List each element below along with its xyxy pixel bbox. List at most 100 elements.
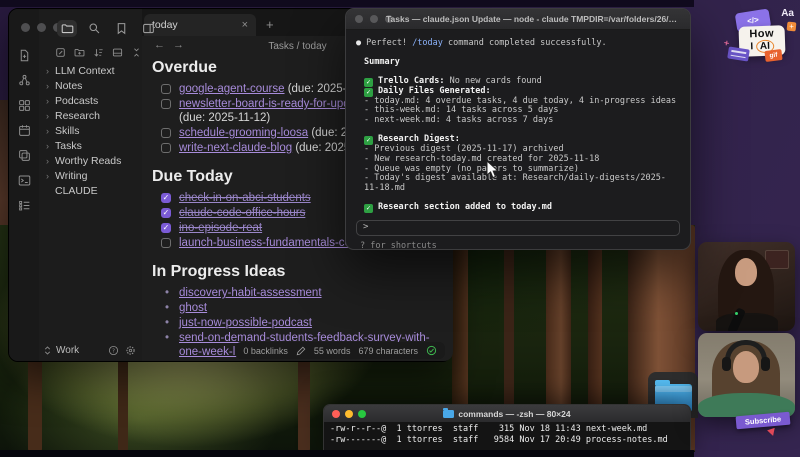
settings-gear-icon[interactable] bbox=[125, 345, 136, 356]
bookmark-icon[interactable] bbox=[111, 20, 131, 37]
edit-pencil-icon[interactable] bbox=[296, 346, 306, 356]
terminal-line: - next-week.md: 4 tasks across 7 days bbox=[364, 116, 680, 126]
explorer-file[interactable]: ›CLAUDE bbox=[39, 183, 142, 198]
graph-view-icon[interactable] bbox=[18, 74, 31, 87]
note-link[interactable]: discovery-habit-assessment bbox=[179, 287, 322, 299]
explorer-folder[interactable]: › Writing bbox=[39, 168, 142, 183]
explorer-folder[interactable]: › Podcasts bbox=[39, 93, 142, 108]
task-checkbox[interactable]: ✓ bbox=[161, 223, 171, 233]
webcam-guest bbox=[698, 242, 795, 331]
terminal-title: Tasks — claude.json Update — node - clau… bbox=[386, 14, 682, 24]
aa-badge: Aa bbox=[781, 8, 794, 19]
note-link[interactable]: ghost bbox=[179, 302, 207, 314]
backlinks-count[interactable]: 0 backlinks bbox=[243, 346, 288, 356]
mouse-cursor bbox=[486, 160, 500, 185]
explorer-folder[interactable]: › Worthy Reads bbox=[39, 153, 142, 168]
task-checkbox[interactable] bbox=[161, 143, 171, 153]
search-icon[interactable] bbox=[84, 20, 104, 37]
canvas-icon[interactable] bbox=[18, 99, 31, 112]
chevron-right-icon: › bbox=[46, 141, 55, 151]
new-tab-button[interactable]: + bbox=[266, 17, 274, 32]
templates-icon[interactable] bbox=[18, 149, 31, 162]
chevron-right-icon: › bbox=[46, 96, 55, 106]
new-folder-icon[interactable] bbox=[74, 47, 85, 58]
bullet-icon: • bbox=[165, 286, 169, 300]
shortcuts-hint: ? for shortcuts bbox=[360, 241, 690, 250]
explorer-folder[interactable]: › Tasks bbox=[39, 138, 142, 153]
video-frame: today × + ←→ Tasks / today Overduegoogle… bbox=[0, 0, 800, 457]
note-link[interactable]: google-agent-course bbox=[179, 83, 285, 95]
letterbox-top bbox=[0, 0, 694, 7]
chevron-right-icon: › bbox=[46, 156, 55, 166]
explorer-folder[interactable]: › Research bbox=[39, 108, 142, 123]
due-date: (due: 2025-11-12) bbox=[179, 112, 270, 124]
task-list-icon[interactable] bbox=[18, 199, 31, 212]
task-checkbox[interactable]: ✓ bbox=[161, 208, 171, 218]
status-bar: 0 backlinks 55 words 679 characters bbox=[235, 342, 445, 359]
vault-switcher-icon[interactable] bbox=[43, 345, 52, 356]
note-link[interactable]: just-now-possible-podcast bbox=[179, 317, 312, 329]
gif-badge: gif bbox=[764, 49, 782, 62]
note-list-item: • ghost bbox=[152, 301, 444, 315]
tab-title: today bbox=[152, 19, 242, 31]
note-link[interactable]: claude-code-office-hours bbox=[179, 207, 305, 219]
person-face bbox=[733, 351, 759, 383]
new-note-icon[interactable] bbox=[55, 47, 66, 58]
tasks-terminal-window: Tasks — claude.json Update — node - clau… bbox=[345, 8, 691, 250]
terminal-line: - Today's digest available at: Research/… bbox=[364, 174, 680, 194]
task-checkbox[interactable] bbox=[161, 128, 171, 138]
note-list-item: •just-now-possible-podcast bbox=[152, 316, 444, 330]
traffic-lights[interactable] bbox=[21, 23, 62, 32]
task-checkbox[interactable] bbox=[161, 84, 171, 94]
terminal-title: commands — -zsh — 80×24 bbox=[458, 409, 570, 419]
bullet-icon: • bbox=[165, 301, 169, 315]
sort-icon[interactable] bbox=[93, 47, 104, 58]
chevron-right-icon: › bbox=[46, 126, 55, 136]
quick-note-icon[interactable] bbox=[18, 49, 31, 62]
help-icon[interactable]: ? bbox=[108, 345, 119, 356]
task-checkbox[interactable]: ✓ bbox=[161, 193, 171, 203]
right-sidebar-toggle-icon[interactable] bbox=[138, 20, 158, 37]
person-face bbox=[735, 258, 757, 286]
note-list-item: • discovery-habit-assessment bbox=[152, 286, 444, 300]
microphone-light bbox=[735, 312, 738, 315]
mini-badge bbox=[727, 46, 750, 61]
letterbox-bottom bbox=[0, 450, 694, 457]
chevron-right-icon: › bbox=[46, 111, 55, 121]
tab-today[interactable]: today × bbox=[144, 14, 256, 36]
vault-name[interactable]: Work bbox=[56, 345, 108, 356]
explorer-folder[interactable]: › Skills bbox=[39, 123, 142, 138]
webcam-host bbox=[698, 333, 795, 417]
note-link[interactable]: ino-episode-reat bbox=[179, 222, 262, 234]
file-listing-line: -rw-------@ 1 ttorres staff 9584 Nov 17 … bbox=[330, 435, 684, 446]
word-count: 55 words bbox=[314, 346, 351, 356]
explorer-folder[interactable]: › Notes bbox=[39, 78, 142, 93]
chevron-right-icon: › bbox=[46, 81, 55, 91]
headphone-earcup bbox=[722, 357, 731, 371]
calendar-icon[interactable] bbox=[18, 124, 31, 137]
chevron-right-icon: › bbox=[46, 171, 55, 181]
explorer-folder[interactable]: › LLM Context bbox=[39, 63, 142, 78]
terminal-icon[interactable] bbox=[18, 174, 31, 187]
terminal-title-bar[interactable]: Tasks — claude.json Update — node - clau… bbox=[346, 9, 690, 30]
note-link[interactable]: check-in-on-abci-students bbox=[179, 192, 311, 204]
person-body bbox=[716, 313, 778, 331]
bullet-icon: • bbox=[165, 331, 169, 345]
terminal-line: ✓Research section added to today.md bbox=[364, 203, 680, 213]
terminal-title-bar[interactable]: commands — -zsh — 80×24 bbox=[324, 405, 690, 422]
explorer-toggle-folder-icon[interactable] bbox=[57, 20, 77, 37]
note-link[interactable]: schedule-grooming-loosa bbox=[179, 127, 308, 139]
note-link[interactable]: write-next-claude-blog bbox=[179, 142, 292, 154]
tab-close-icon[interactable]: × bbox=[242, 19, 248, 31]
sync-check-icon[interactable] bbox=[426, 345, 437, 356]
plus-badge: + bbox=[787, 22, 797, 32]
claude-prompt-input[interactable]: > bbox=[356, 220, 680, 236]
file-listing-line: -rw-r--r--@ 1 ttorres staff 315 Nov 18 1… bbox=[330, 424, 684, 435]
character-count: 679 characters bbox=[358, 346, 418, 356]
subscribe-arrow-icon bbox=[767, 428, 777, 437]
collapse-all-icon[interactable] bbox=[131, 47, 142, 58]
card-view-icon[interactable] bbox=[112, 47, 123, 58]
task-checkbox[interactable] bbox=[161, 99, 171, 109]
terminal-line: ●Perfect! /today command completed succe… bbox=[356, 39, 680, 49]
task-checkbox[interactable] bbox=[161, 238, 171, 248]
